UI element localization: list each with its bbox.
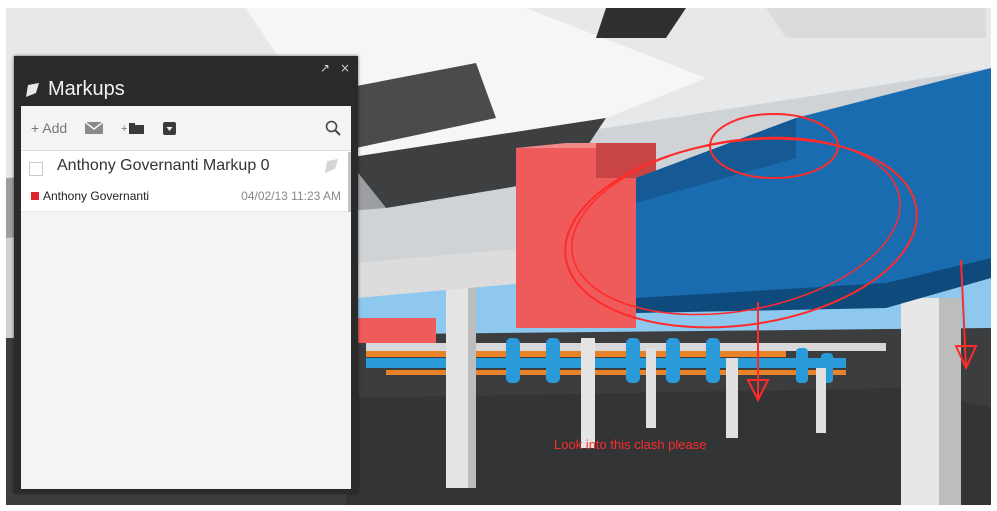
panel-title: Markups: [48, 78, 125, 100]
markup-checkbox[interactable]: [29, 162, 43, 176]
panel-body: + Add + Anthony Governanti Markup 0 Anth…: [21, 106, 351, 489]
markup-date: 04/02/13 11:23 AM: [241, 189, 341, 203]
add-markup-button[interactable]: + Add: [31, 120, 67, 136]
list-scrollbar[interactable]: [348, 152, 351, 212]
svg-text:+: +: [121, 123, 127, 134]
markup-title: Anthony Governanti Markup 0: [57, 157, 270, 174]
popout-icon[interactable]: ↗: [320, 61, 330, 75]
markup-flag-icon: [26, 82, 39, 97]
author-color-swatch: [31, 192, 39, 200]
markups-toolbar: + Add +: [21, 106, 351, 151]
markup-flag-icon: [325, 159, 338, 173]
close-icon[interactable]: ×: [340, 61, 350, 75]
markup-list-item[interactable]: Anthony Governanti Markup 0 Anthony Gove…: [21, 151, 351, 212]
new-folder-icon[interactable]: +: [121, 122, 145, 134]
dropdown-icon[interactable]: [163, 121, 177, 135]
panel-controls: ↗ ×: [320, 61, 350, 75]
markup-annotation-text: Look into this clash please: [554, 437, 707, 452]
panel-header: Markups: [24, 78, 125, 101]
markups-panel: ↗ × Markups + Add + Anthony Governanti M…: [14, 56, 358, 493]
markup-author: Anthony Governanti: [43, 189, 150, 203]
email-icon[interactable]: [85, 122, 104, 134]
search-icon[interactable]: [325, 120, 341, 136]
